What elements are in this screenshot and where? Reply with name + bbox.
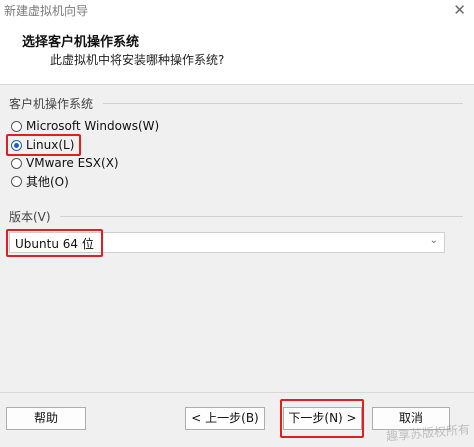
title-bar: 新建虚拟机向导 ✕ — [0, 0, 474, 23]
version-divider — [60, 216, 463, 217]
chevron-down-icon[interactable]: ⌄ — [430, 235, 438, 246]
radio-button[interactable] — [11, 175, 22, 187]
radio-other[interactable]: 其他(O) — [11, 172, 69, 190]
footer-divider — [0, 392, 474, 393]
radio-button[interactable] — [11, 120, 22, 132]
page-title: 选择客户机操作系统 — [22, 35, 140, 50]
radio-button[interactable] — [11, 157, 22, 169]
radio-label-other: 其他(O) — [26, 174, 69, 189]
os-group-divider — [103, 103, 463, 104]
page-subtitle: 此虚拟机中将安装哪种操作系统? — [50, 53, 225, 67]
radio-esx[interactable]: VMware ESX(X) — [11, 154, 119, 172]
highlight-box-next — [280, 399, 364, 438]
window-title: 新建虚拟机向导 — [4, 4, 89, 18]
version-label: 版本(V) — [9, 210, 51, 224]
back-button[interactable]: < 上一步(B) — [185, 407, 265, 430]
os-group-label: 客户机操作系统 — [9, 97, 94, 111]
radio-windows[interactable]: Microsoft Windows(W) — [11, 117, 159, 135]
wizard-header: 选择客户机操作系统 此虚拟机中将安装哪种操作系统? — [0, 22, 474, 85]
radio-label-esx: VMware ESX(X) — [26, 156, 119, 170]
highlight-box-linux — [6, 134, 81, 156]
highlight-box-version — [6, 229, 103, 257]
radio-label-windows: Microsoft Windows(W) — [26, 119, 160, 133]
close-icon[interactable]: ✕ — [453, 1, 466, 19]
help-button[interactable]: 帮助 — [6, 407, 86, 430]
